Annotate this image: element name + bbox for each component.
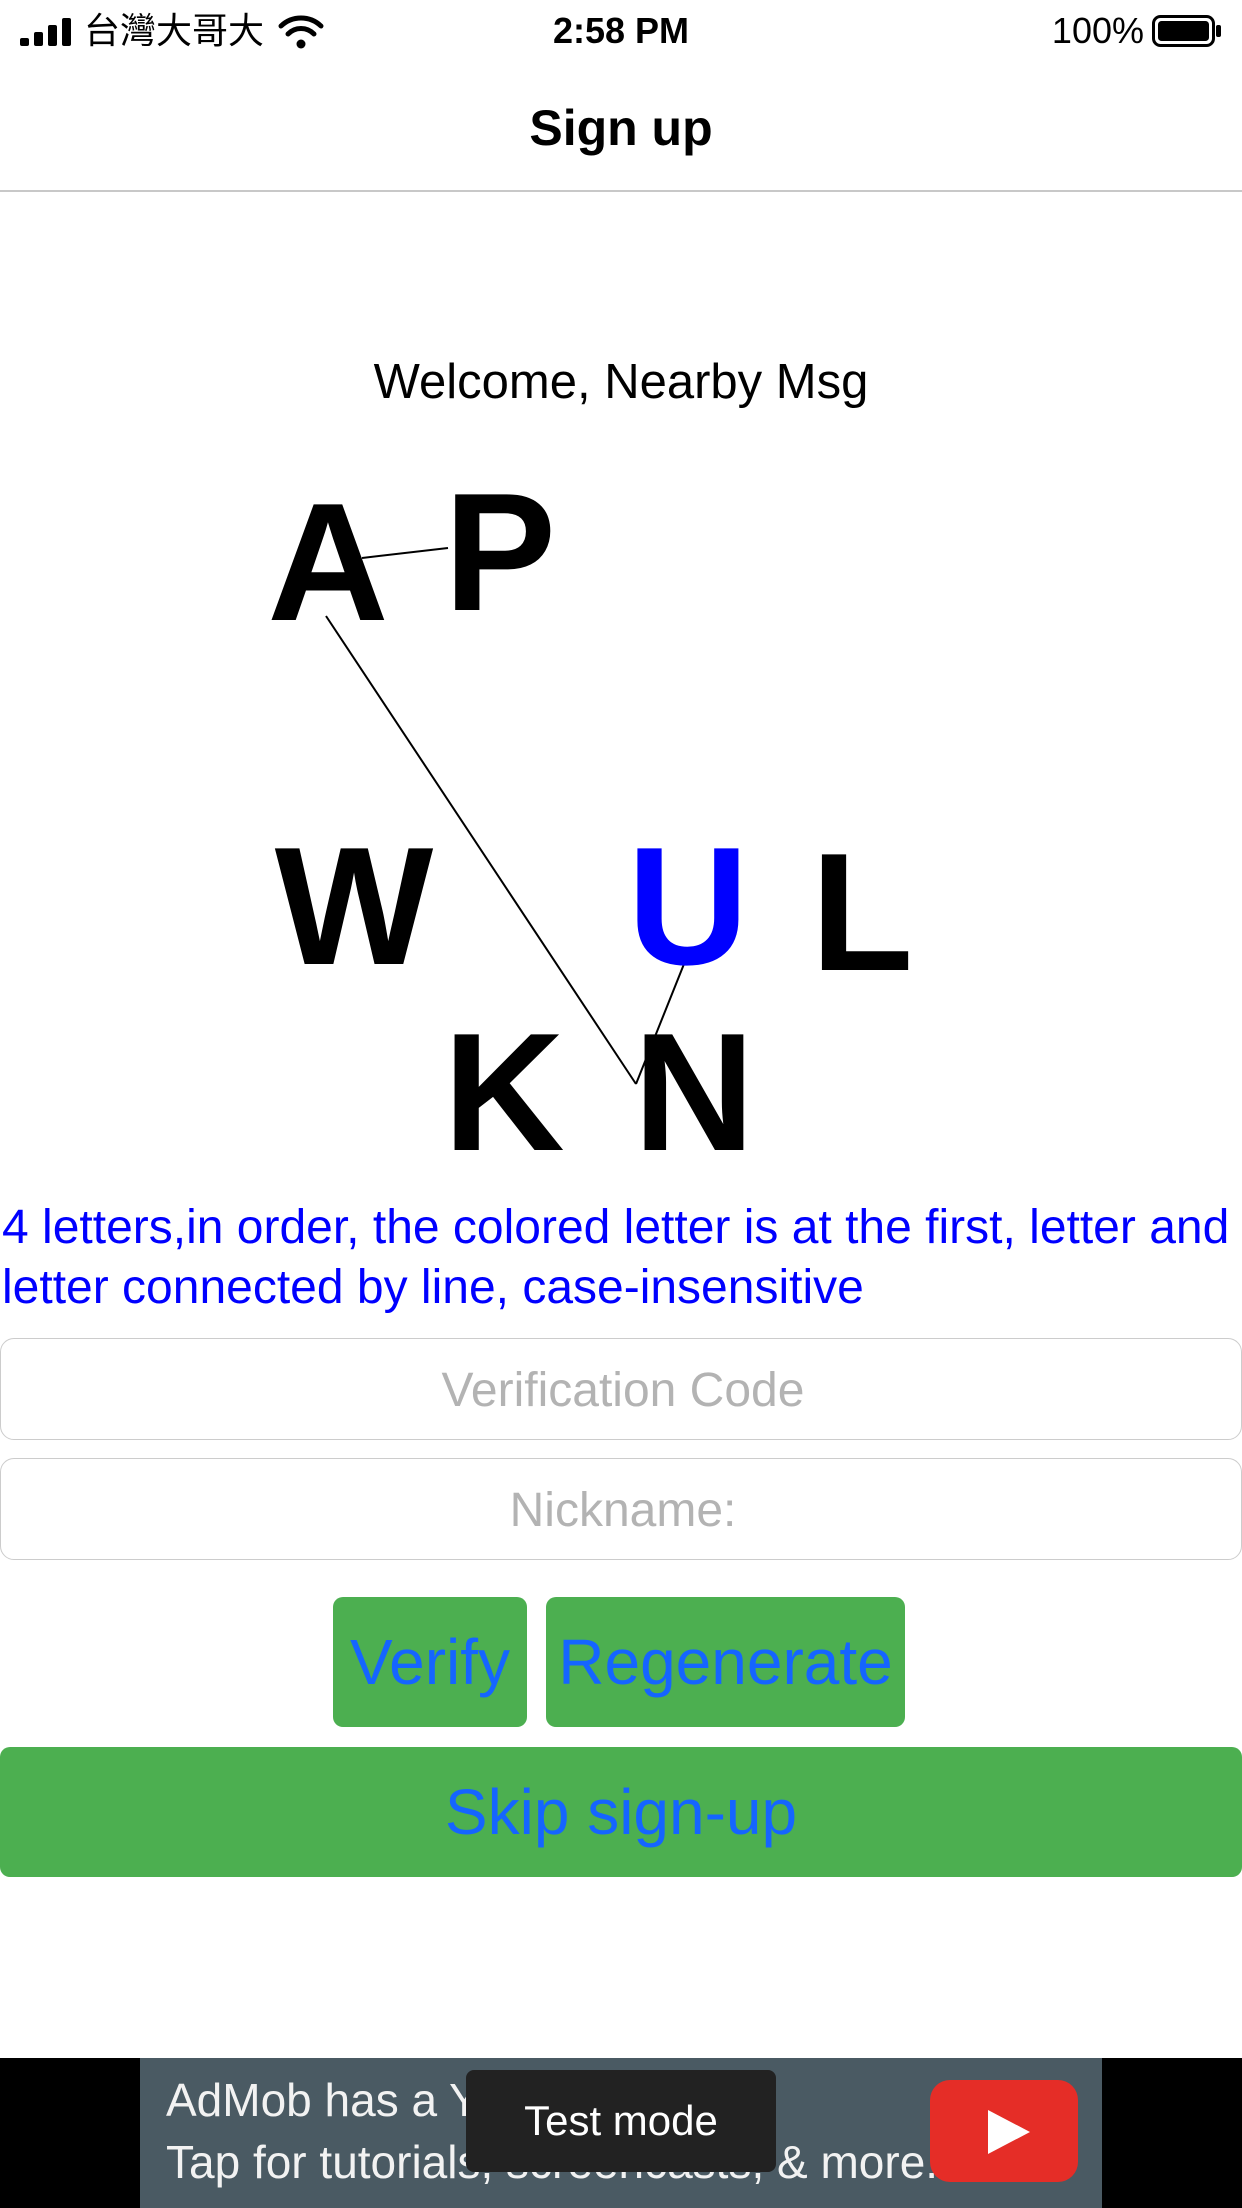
captcha-letter: W (275, 812, 434, 1000)
nickname-input[interactable] (1, 1459, 1242, 1561)
verification-code-field[interactable] (0, 1338, 1242, 1441)
navigation-bar: Sign up (0, 62, 1242, 192)
captcha-letter: A (267, 468, 388, 656)
captcha-letter: N (633, 998, 754, 1170)
regenerate-button[interactable]: Regenerate (546, 1597, 905, 1727)
captcha-letter: K (443, 998, 564, 1170)
captcha-letter: P (444, 458, 556, 646)
welcome-text: Welcome, Nearby Msg (373, 355, 869, 409)
page-title: Sign up (529, 100, 713, 156)
captcha-letter-colored: U (627, 812, 748, 1000)
ad-line-1: AdMob has a Yo (166, 2074, 502, 2126)
verify-button[interactable]: Verify (333, 1597, 527, 1727)
battery-icon (1152, 15, 1221, 47)
skip-signup-button[interactable]: Skip sign-up (0, 1747, 1242, 1877)
captcha-letter: L (811, 818, 914, 1006)
verification-code-input[interactable] (1, 1339, 1242, 1441)
battery-percent: 100% (1051, 10, 1144, 51)
youtube-play-icon (930, 2080, 1078, 2182)
test-mode-badge: Test mode (466, 2070, 776, 2172)
nickname-field[interactable] (0, 1458, 1242, 1561)
status-bar: 台灣大哥大 2:58 PM 100% (0, 0, 1242, 62)
captcha-hint: 4 letters,in order, the colored letter i… (2, 1201, 1230, 1314)
captcha-image: A P W U L K N (267, 458, 914, 1170)
